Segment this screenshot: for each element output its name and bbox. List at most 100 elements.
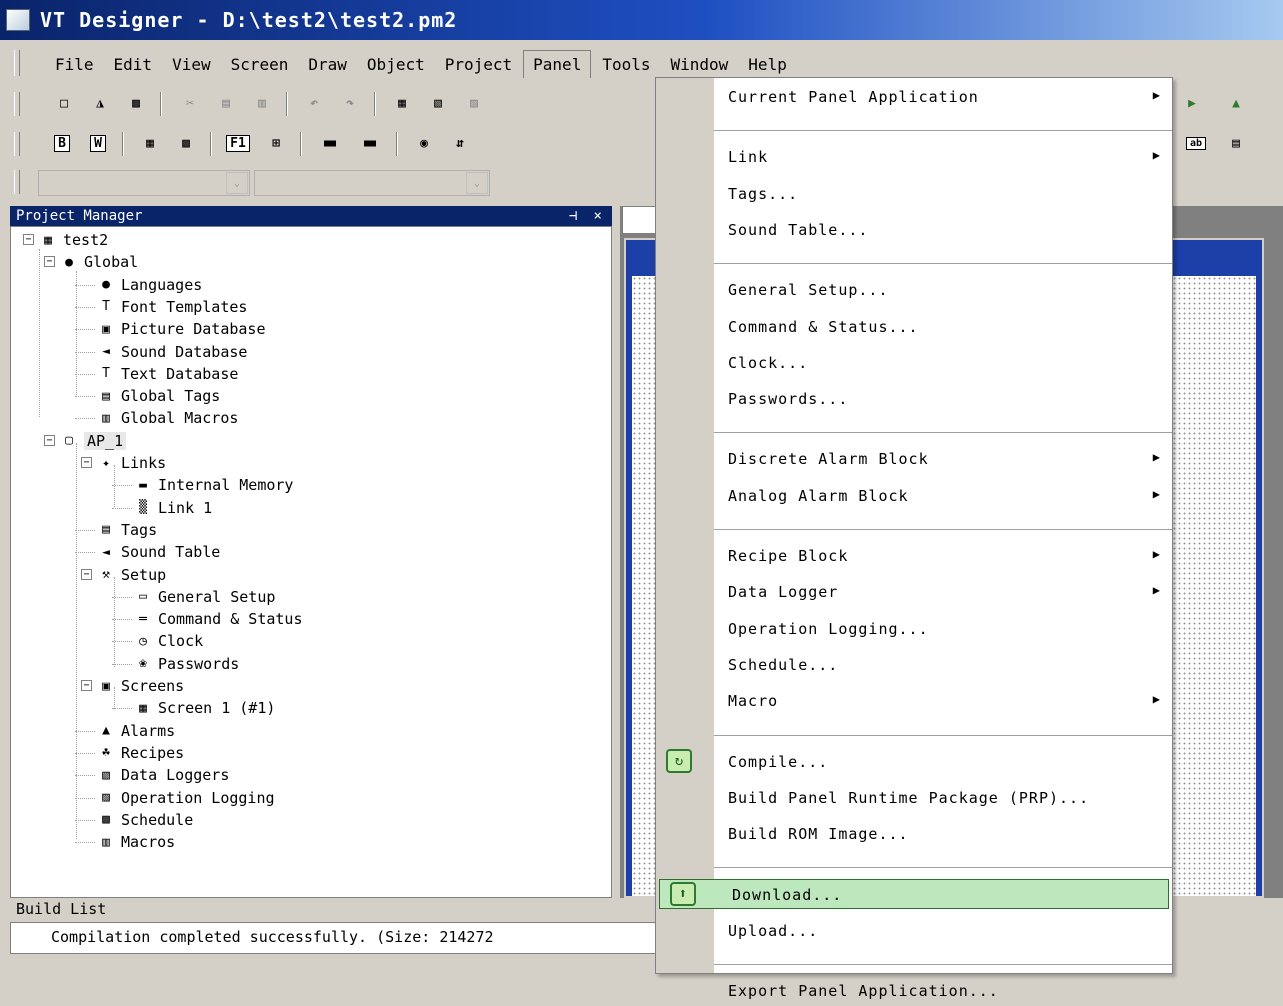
menu-item-passwords[interactable]: Passwords... xyxy=(656,384,1174,414)
paste-icon[interactable]: ▥ xyxy=(248,90,276,116)
tree-node[interactable]: ▦ test2 xyxy=(39,229,108,251)
save-icon[interactable]: ▩ xyxy=(122,90,150,116)
menu-item-upload[interactable]: Upload... xyxy=(656,916,1174,946)
collapse-toggle-icon[interactable]: − xyxy=(44,434,55,446)
picture-tool-icon[interactable]: ▤ xyxy=(1222,130,1250,156)
open-folder-icon[interactable]: ◮ xyxy=(86,90,114,116)
text-field-icon[interactable]: ab xyxy=(1182,130,1210,156)
new-file-icon[interactable]: □ xyxy=(50,90,78,116)
tree-node[interactable]: ▩ Schedule xyxy=(97,809,193,831)
menu-item-clock[interactable]: Clock... xyxy=(656,348,1174,378)
tree-node[interactable]: ▭ General Setup xyxy=(134,586,275,608)
menu-item-schedule[interactable]: Schedule... xyxy=(656,650,1174,680)
tree-node[interactable]: ▬ Internal Memory xyxy=(134,474,293,496)
tree-node[interactable]: ▧ Data Loggers xyxy=(97,764,229,786)
menu-tools[interactable]: Tools xyxy=(593,51,659,78)
menu-item-tags[interactable]: Tags... xyxy=(656,179,1174,209)
tree-node[interactable]: ▥ Global Macros xyxy=(97,407,238,429)
download-toolbar-icon[interactable]: ▲ xyxy=(1222,90,1250,116)
chevron-down-icon[interactable]: ⌄ xyxy=(466,172,488,194)
tree-node[interactable]: ▒ Link 1 xyxy=(134,497,212,519)
word-button-icon[interactable]: W xyxy=(84,130,112,156)
menu-item-compile[interactable]: ↻ Compile... xyxy=(656,747,1174,777)
multi-state-icon[interactable]: ▦ xyxy=(136,130,164,156)
menu-item-sound-table[interactable]: Sound Table... xyxy=(656,215,1174,245)
tree-node[interactable]: ▦ Screen 1 (#1) xyxy=(134,697,275,719)
menu-help[interactable]: Help xyxy=(739,51,796,78)
menu-view[interactable]: View xyxy=(163,51,220,78)
menu-item-macro[interactable]: Macro ▶ xyxy=(656,686,1174,716)
screen-props-icon[interactable]: ▨ xyxy=(460,90,488,116)
menu-object[interactable]: Object xyxy=(358,51,434,78)
tree-node[interactable]: ▤ Global Tags xyxy=(97,385,220,407)
tree-node[interactable]: ▤ Tags xyxy=(97,519,157,541)
collapse-toggle-icon[interactable]: − xyxy=(81,680,92,691)
menu-draw[interactable]: Draw xyxy=(299,51,356,78)
redo-icon[interactable]: ↷ xyxy=(336,90,364,116)
style-combo[interactable]: ⌄ xyxy=(254,170,490,196)
menu-item-export-panel-application[interactable]: Export Panel Application... xyxy=(656,976,1174,1006)
menu-item-current-panel-application[interactable]: Current Panel Application ▶ xyxy=(656,82,1174,112)
collapse-toggle-icon[interactable]: − xyxy=(81,457,92,468)
screen-list-icon[interactable]: ▧ xyxy=(424,90,452,116)
menu-screen[interactable]: Screen xyxy=(222,51,298,78)
tree-node[interactable]: ▣ Screens xyxy=(97,675,184,697)
menu-item-discrete-alarm-block[interactable]: Discrete Alarm Block ▶ xyxy=(656,444,1174,474)
tree-node[interactable]: ☘ Recipes xyxy=(97,742,184,764)
menu-item-build-rom-image[interactable]: Build ROM Image... xyxy=(656,819,1174,849)
collapse-toggle-icon[interactable]: − xyxy=(23,234,34,245)
undo-icon[interactable]: ↶ xyxy=(300,90,328,116)
menu-item-operation-logging[interactable]: Operation Logging... xyxy=(656,614,1174,644)
menu-item-download[interactable]: ⬆ Download... xyxy=(659,879,1169,910)
radio-button-icon[interactable]: ◉ xyxy=(410,130,438,156)
menu-item-general-setup[interactable]: General Setup... xyxy=(656,275,1174,305)
numeric-display-icon[interactable]: ■■ xyxy=(316,130,344,156)
tree-node[interactable]: ◷ Clock xyxy=(134,630,203,652)
menu-window[interactable]: Window xyxy=(662,51,738,78)
menu-panel[interactable]: Panel xyxy=(523,50,592,78)
tree-node[interactable]: ▣ Picture Database xyxy=(97,318,265,340)
menu-item-recipe-block[interactable]: Recipe Block ▶ xyxy=(656,541,1174,571)
toolbar-grip[interactable] xyxy=(14,92,20,116)
menu-project[interactable]: Project xyxy=(436,51,521,78)
new-screen-icon[interactable]: ▦ xyxy=(388,90,416,116)
bit-button-icon[interactable]: B xyxy=(48,130,76,156)
menu-item-data-logger[interactable]: Data Logger ▶ xyxy=(656,577,1174,607)
app-icon[interactable] xyxy=(6,9,30,31)
numeric-entry-icon[interactable]: ■■ xyxy=(356,130,384,156)
function-key-icon[interactable]: F1 xyxy=(224,130,252,156)
tree-node[interactable]: ▨ Operation Logging xyxy=(97,787,274,809)
tree-node[interactable]: ● Languages xyxy=(97,274,202,296)
tree-node[interactable]: ▢ AP_1 xyxy=(60,430,127,452)
compile-toolbar-icon[interactable]: ▶ xyxy=(1178,90,1206,116)
tree-node[interactable]: ◄ Sound Database xyxy=(97,341,247,363)
tree-node[interactable]: ◄ Sound Table xyxy=(97,541,220,563)
toolbar-grip[interactable] xyxy=(14,170,20,194)
collapse-toggle-icon[interactable]: − xyxy=(81,568,92,580)
menu-item-command-status[interactable]: Command & Status... xyxy=(656,312,1174,342)
tree-node[interactable]: ✦ Links xyxy=(97,452,166,474)
keypad-icon[interactable]: ⊞ xyxy=(262,130,290,156)
tree-node[interactable]: T Text Database xyxy=(97,363,238,385)
tree-node[interactable]: T Font Templates xyxy=(97,296,247,318)
tree-node[interactable]: ▲ Alarms xyxy=(97,720,175,742)
menu-item-build-panel-runtime-package-prp[interactable]: Build Panel Runtime Package (PRP)... xyxy=(656,783,1174,813)
layer-combo[interactable]: ⌄ xyxy=(38,170,250,196)
tree-node[interactable]: ▥ Macros xyxy=(97,831,175,853)
menu-file[interactable]: File xyxy=(46,51,103,78)
panel-controls-icon[interactable]: ⊣ × xyxy=(569,206,606,226)
menu-edit[interactable]: Edit xyxy=(105,51,162,78)
menu-item-link[interactable]: Link ▶ xyxy=(656,142,1174,172)
cut-icon[interactable]: ✂ xyxy=(176,90,204,116)
tree-node[interactable]: ⚒ Setup xyxy=(97,564,166,586)
tree-node[interactable]: ❀ Passwords xyxy=(134,653,239,675)
chevron-down-icon[interactable]: ⌄ xyxy=(226,172,248,194)
toolbar-grip[interactable] xyxy=(14,132,20,156)
tree-node[interactable]: ═ Command & Status xyxy=(134,608,302,630)
collapse-toggle-icon[interactable]: − xyxy=(44,256,55,268)
tree-node[interactable]: ● Global xyxy=(60,251,138,273)
calendar-icon[interactable]: ▩ xyxy=(172,130,200,156)
copy-icon[interactable]: ▤ xyxy=(212,90,240,116)
spin-button-icon[interactable]: ⇵ xyxy=(446,130,474,156)
menu-item-analog-alarm-block[interactable]: Analog Alarm Block ▶ xyxy=(656,481,1174,511)
